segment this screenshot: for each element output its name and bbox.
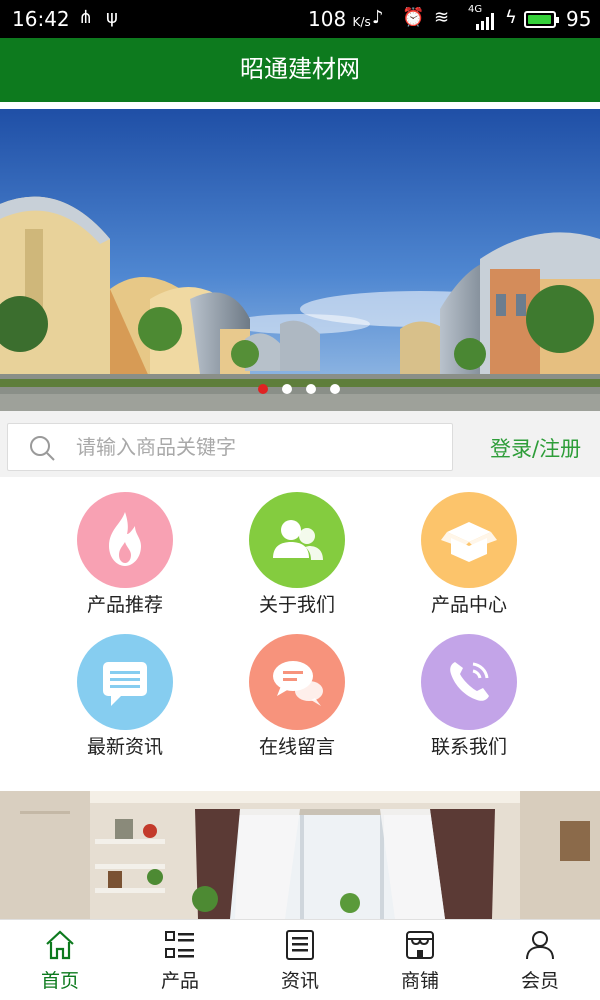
carousel-dot[interactable] xyxy=(330,384,340,394)
battery-percent: 95 xyxy=(566,7,592,31)
bottom-tab-bar: 首页 产品 资讯 商铺 会员 xyxy=(0,919,600,1000)
box-icon xyxy=(441,522,497,562)
wifi-icon: ≋ xyxy=(434,7,450,28)
search-row: 登录/注册 xyxy=(0,411,600,477)
search-icon xyxy=(30,436,55,461)
carousel-dot[interactable] xyxy=(258,384,268,394)
usb-icon: ψ xyxy=(106,7,118,28)
share-icon: ⋔ xyxy=(78,7,94,28)
message-icon xyxy=(103,662,147,706)
search-box[interactable] xyxy=(7,423,453,471)
tab-label: 资讯 xyxy=(280,970,319,992)
carousel-dot[interactable] xyxy=(282,384,292,394)
menu-icon-circle xyxy=(249,492,345,588)
header-divider xyxy=(0,102,600,109)
menu-item-product-center[interactable]: 产品中心 xyxy=(394,492,544,617)
menu-item-about-us[interactable]: 关于我们 xyxy=(222,492,372,617)
signal-icon xyxy=(476,12,498,35)
menu-icon-circle xyxy=(77,492,173,588)
news-icon xyxy=(286,930,314,960)
network-speed: 108 K/s xyxy=(308,7,371,31)
tab-label: 商铺 xyxy=(400,970,439,992)
home-icon xyxy=(46,930,74,960)
tab-home[interactable]: 首页 xyxy=(0,920,120,1000)
login-register-link[interactable]: 登录/注册 xyxy=(490,433,581,463)
tab-label: 首页 xyxy=(40,970,79,992)
menu-item-online-message[interactable]: 在线留言 xyxy=(222,634,372,759)
tab-label: 产品 xyxy=(160,970,199,992)
charging-icon: ϟ xyxy=(505,7,517,28)
carousel-dot[interactable] xyxy=(306,384,316,394)
menu-icon-circle xyxy=(249,634,345,730)
menu-item-label: 产品推荐 xyxy=(86,594,163,616)
menu-grid: 产品推荐 关于我们 产品中心 最新资讯 在线留言 联系我们 xyxy=(0,477,600,791)
status-bar: 16:42 ⋔ ψ 108 K/s ♪ ⏰ ≋ 4G ϟ 95 xyxy=(0,0,600,38)
app-header: 昭通建材网 xyxy=(0,38,600,102)
mute-icon: ♪ xyxy=(372,7,384,28)
tab-shop[interactable]: 商铺 xyxy=(360,920,480,1000)
menu-item-label: 联系我们 xyxy=(430,736,507,758)
tab-news[interactable]: 资讯 xyxy=(240,920,360,1000)
user-icon xyxy=(526,931,554,960)
menu-icon-circle xyxy=(421,634,517,730)
menu-item-contact-us[interactable]: 联系我们 xyxy=(394,634,544,759)
shop-icon xyxy=(406,931,434,959)
search-input[interactable] xyxy=(76,430,436,464)
app-screen: 16:42 ⋔ ψ 108 K/s ♪ ⏰ ≋ 4G ϟ 95 昭通建材网 请输… xyxy=(0,0,600,1000)
featured-image[interactable] xyxy=(0,791,600,919)
menu-item-label: 在线留言 xyxy=(258,736,335,758)
status-time: 16:42 xyxy=(12,7,70,31)
tab-member[interactable]: 会员 xyxy=(480,920,600,1000)
list-icon xyxy=(165,931,194,958)
users-icon xyxy=(273,520,323,560)
tab-label: 会员 xyxy=(520,970,559,992)
carousel-dots xyxy=(258,382,348,396)
tab-products[interactable]: 产品 xyxy=(120,920,240,1000)
chat-icon xyxy=(273,661,323,706)
banner-image xyxy=(0,109,600,411)
menu-item-label: 最新资讯 xyxy=(86,736,163,758)
menu-icon-circle xyxy=(421,492,517,588)
menu-item-label: 产品中心 xyxy=(430,594,507,616)
menu-icon-circle xyxy=(77,634,173,730)
battery-icon xyxy=(524,11,559,28)
page-title: 昭通建材网 xyxy=(240,55,360,83)
alarm-icon: ⏰ xyxy=(402,7,425,28)
banner-carousel[interactable] xyxy=(0,109,600,411)
menu-item-product-recommend[interactable]: 产品推荐 xyxy=(50,492,200,617)
interior-photo xyxy=(0,791,600,919)
menu-item-label: 关于我们 xyxy=(258,594,335,616)
phone-icon xyxy=(450,662,489,701)
fire-icon xyxy=(109,512,141,566)
menu-item-latest-news[interactable]: 最新资讯 xyxy=(50,634,200,759)
